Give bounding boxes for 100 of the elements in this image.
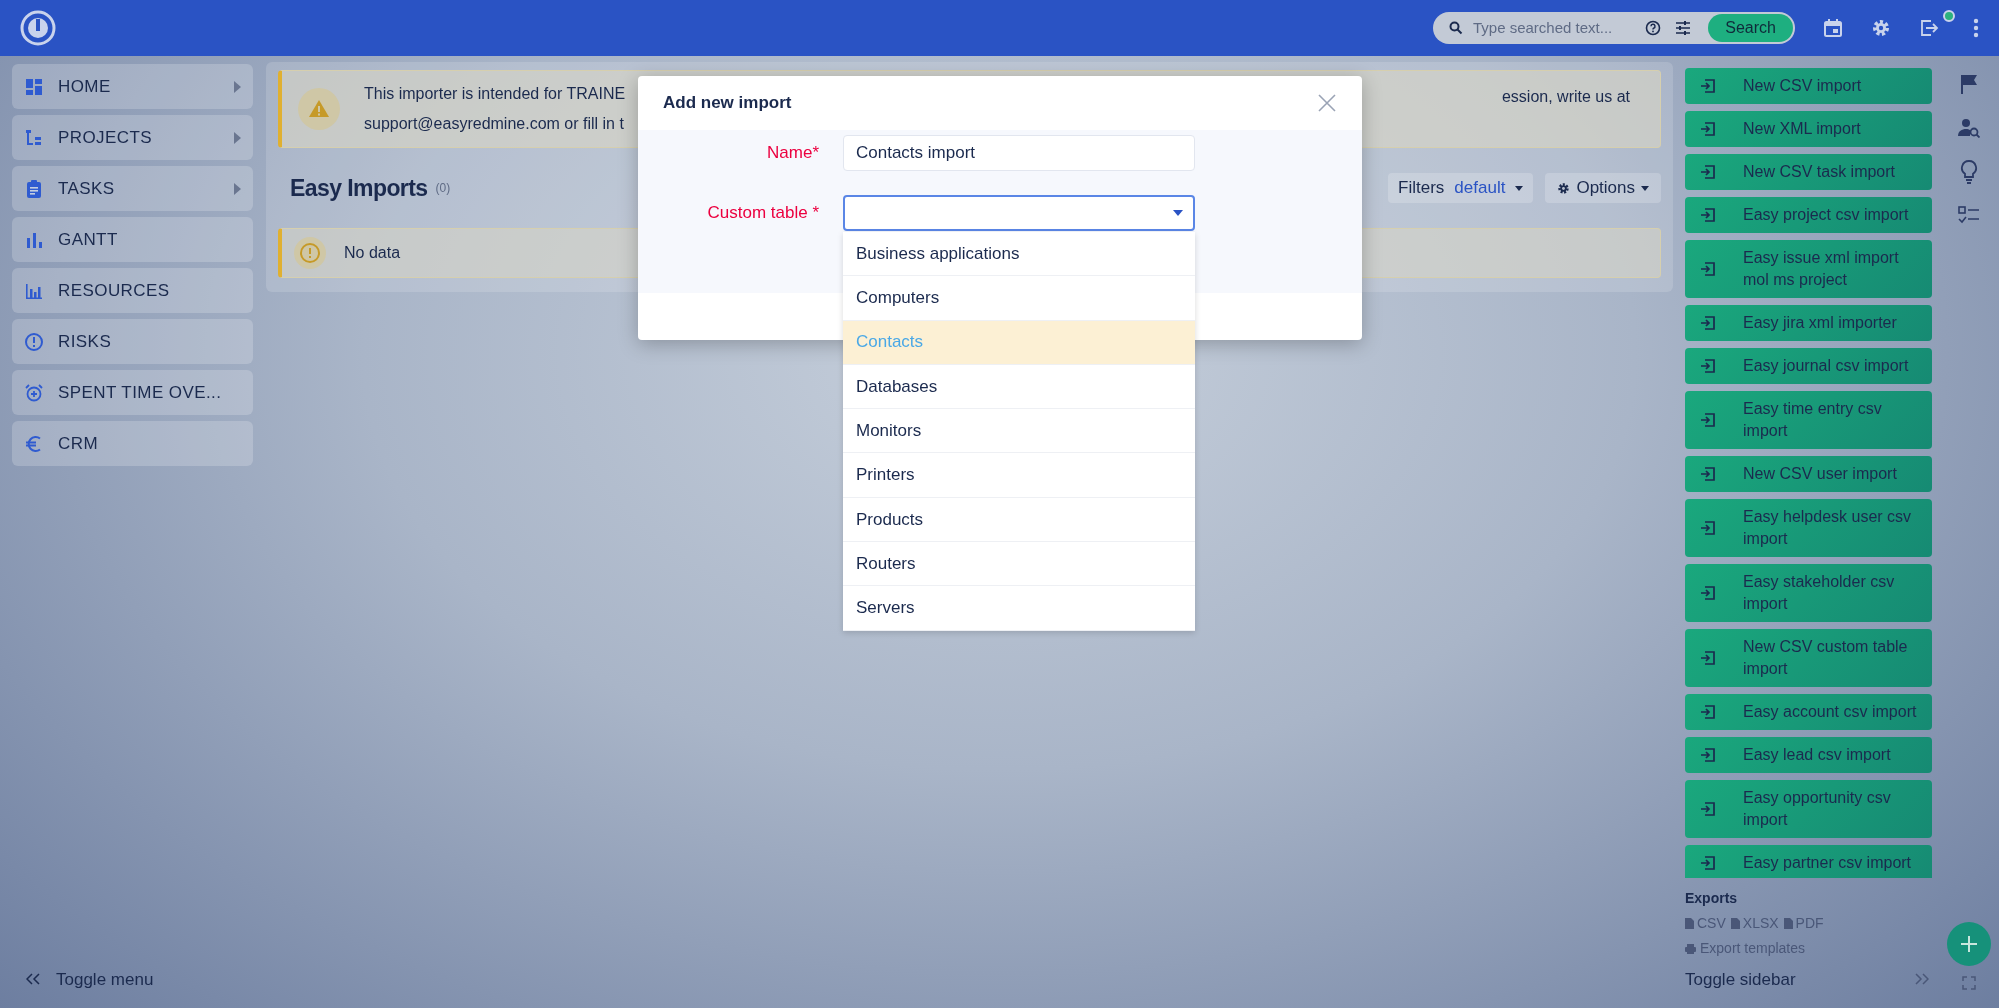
name-field[interactable]: Contacts import: [843, 135, 1195, 171]
double-chevron-icon: [26, 973, 40, 986]
filters-button[interactable]: Filters default: [1388, 173, 1534, 203]
import-icon: [1699, 465, 1717, 483]
plus-icon: [1960, 935, 1978, 953]
lightbulb-icon[interactable]: [1960, 160, 1978, 184]
dropdown-option[interactable]: Servers: [843, 586, 1195, 631]
calendar-icon[interactable]: [1823, 18, 1843, 38]
file-icon: [1685, 918, 1694, 929]
file-icon: [1783, 918, 1793, 929]
add-button[interactable]: [1947, 922, 1991, 966]
dropdown-option[interactable]: Monitors: [843, 409, 1195, 454]
checklist-icon[interactable]: [1958, 206, 1980, 224]
item-count: (0): [435, 180, 451, 197]
toggle-sidebar-link[interactable]: Toggle sidebar: [1685, 966, 1796, 992]
help-icon[interactable]: [1645, 20, 1661, 36]
menu-item[interactable]: PROJECTS: [12, 115, 253, 160]
empty-text: No data: [344, 243, 401, 263]
logo-icon[interactable]: [20, 10, 56, 46]
import-button[interactable]: Easy account csv import: [1685, 694, 1932, 730]
dropdown-option[interactable]: Computers: [843, 276, 1195, 321]
import-button[interactable]: New CSV custom table import: [1685, 629, 1932, 687]
import-button[interactable]: New CSV user import: [1685, 456, 1932, 492]
options-button[interactable]: Options: [1545, 173, 1661, 203]
toggle-menu-link[interactable]: Toggle menu: [56, 966, 154, 992]
import-icon: [1699, 746, 1717, 764]
alert-icon: [24, 331, 44, 352]
import-icon: [1699, 357, 1717, 375]
modal-title: Add new import: [663, 92, 792, 115]
import-icon: [1699, 703, 1717, 721]
file-icon: [1730, 918, 1740, 929]
import-icon: [1699, 120, 1717, 138]
import-icon: [1699, 260, 1717, 278]
dropdown-option[interactable]: Routers: [843, 542, 1195, 587]
import-button[interactable]: New XML import: [1685, 111, 1932, 147]
import-button[interactable]: Easy issue xml import mol ms project: [1685, 240, 1932, 298]
export-link[interactable]: XLSX: [1742, 913, 1779, 934]
notice-text: support@easyredmine.com or fill in t: [364, 114, 625, 134]
import-icon: [1699, 314, 1717, 332]
clipboard-icon: [24, 178, 44, 199]
import-button[interactable]: Easy time entry csv import: [1685, 391, 1932, 449]
dropdown-option[interactable]: Printers: [843, 453, 1195, 498]
import-button[interactable]: Easy journal csv import: [1685, 348, 1932, 384]
field-label: Name*: [766, 142, 819, 165]
import-button[interactable]: Easy stakeholder csv import: [1685, 564, 1932, 622]
dropdown-option[interactable]: Contacts: [843, 320, 1195, 365]
custom-table-select[interactable]: [843, 195, 1195, 231]
exports-title: Exports: [1685, 889, 1739, 908]
import-button[interactable]: Easy jira xml importer: [1685, 305, 1932, 341]
caret-icon: [1641, 185, 1649, 191]
search-icon: [1449, 21, 1463, 35]
sliders-icon[interactable]: [1675, 20, 1691, 36]
import-button[interactable]: Easy lead csv import: [1685, 737, 1932, 773]
flag-icon[interactable]: [1960, 74, 1978, 94]
export-link[interactable]: PDF: [1795, 913, 1824, 934]
notice-text: This importer is intended for TRAINE: [364, 84, 626, 104]
close-icon[interactable]: [1317, 93, 1337, 113]
dashboard-icon: [24, 76, 44, 97]
import-icon: [1699, 519, 1717, 537]
import-button[interactable]: Easy partner csv import: [1685, 845, 1932, 878]
import-icon: [1699, 77, 1717, 95]
export-templates-link[interactable]: Export templates: [1700, 938, 1806, 959]
import-button[interactable]: Easy opportunity csv import: [1685, 780, 1932, 838]
more-icon[interactable]: [1973, 18, 1979, 38]
menu-item[interactable]: CRM: [12, 421, 253, 466]
page-title: Easy Imports: [290, 173, 428, 203]
user-search-icon[interactable]: [1958, 118, 1980, 138]
warning-icon: [298, 88, 340, 130]
menu-item[interactable]: RISKS: [12, 319, 253, 364]
settings-icon: [1557, 181, 1571, 195]
import-button[interactable]: New CSV import: [1685, 68, 1932, 104]
menu-item[interactable]: HOME: [12, 64, 253, 109]
export-link[interactable]: CSV: [1697, 913, 1726, 934]
printer-icon: [1685, 943, 1696, 954]
import-icon: [1699, 411, 1717, 429]
logout-icon[interactable]: [1919, 18, 1939, 38]
settings-icon[interactable]: [1871, 18, 1891, 38]
hierarchy-icon: [24, 127, 44, 148]
alarm-clock-icon: [24, 382, 44, 403]
import-icon: [1699, 649, 1717, 667]
import-icon: [1699, 206, 1717, 224]
search-field[interactable]: Type searched text... Search: [1433, 12, 1795, 44]
search-button[interactable]: Search: [1708, 14, 1793, 42]
import-button[interactable]: New CSV task import: [1685, 154, 1932, 190]
import-icon: [1699, 800, 1717, 818]
dropdown-option[interactable]: Business applications: [843, 232, 1195, 277]
dropdown-option[interactable]: Databases: [843, 364, 1195, 410]
import-icon: [1699, 854, 1717, 872]
menu-item[interactable]: SPENT TIME OVE...: [12, 370, 253, 415]
menu-item[interactable]: GANTT: [12, 217, 253, 262]
menu-item[interactable]: RESOURCES: [12, 268, 253, 313]
import-button[interactable]: Easy helpdesk user csv import: [1685, 499, 1932, 557]
double-chevron-icon: [1915, 973, 1929, 986]
menu-item[interactable]: TASKS: [12, 166, 253, 211]
alert-icon: [294, 237, 326, 269]
import-button[interactable]: Easy project csv import: [1685, 197, 1932, 233]
field-label: Custom table *: [706, 202, 819, 225]
dropdown-option[interactable]: Products: [843, 497, 1195, 543]
caret-icon: [1515, 185, 1524, 191]
import-icon: [1699, 584, 1717, 602]
